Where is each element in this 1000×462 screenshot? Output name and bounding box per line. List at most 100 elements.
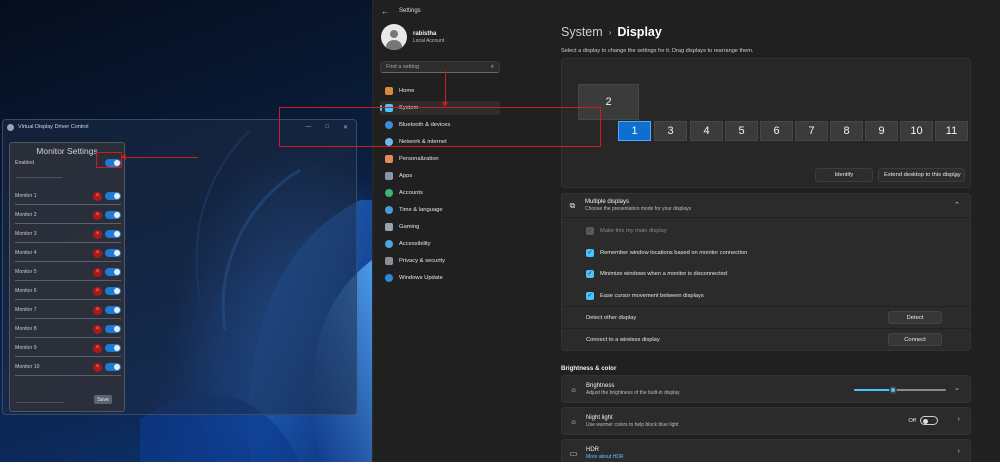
monitor-tile[interactable]: 5 bbox=[725, 121, 758, 141]
chevron-down-icon[interactable]: ⌄ bbox=[954, 384, 960, 392]
sidebar-item-accessibility[interactable]: Accessibility bbox=[380, 237, 500, 251]
monitor-tile[interactable]: 11 bbox=[935, 121, 968, 141]
monitor-toggle[interactable] bbox=[105, 211, 121, 219]
monitor-label: Monitor 6 bbox=[15, 288, 37, 294]
display-arrangement-area[interactable]: 2 1 3 4 5 6 7 8 9 10 11 Identify Extend … bbox=[561, 58, 971, 188]
brightness-slider[interactable] bbox=[854, 386, 946, 394]
remember-locations-checkbox[interactable]: ✓ bbox=[586, 249, 594, 257]
remove-monitor-button[interactable]: × bbox=[93, 191, 102, 201]
sidebar-item-windows-update[interactable]: Windows Update bbox=[380, 271, 500, 285]
monitor-toggle[interactable] bbox=[105, 363, 121, 371]
monitor-tile[interactable]: 8 bbox=[830, 121, 863, 141]
sidebar-item-personalization[interactable]: Personalization bbox=[380, 152, 500, 166]
connect-button[interactable]: Connect bbox=[888, 333, 942, 346]
monitor-tile[interactable]: 3 bbox=[654, 121, 687, 141]
night-light-toggle[interactable] bbox=[920, 416, 938, 425]
monitor-row: Monitor 4 × bbox=[13, 247, 123, 259]
annotation-highlight-box bbox=[96, 152, 122, 168]
identify-button[interactable]: Identify bbox=[815, 168, 873, 182]
monitor-tile[interactable]: 10 bbox=[900, 121, 933, 141]
sidebar-item-apps[interactable]: Apps bbox=[380, 169, 500, 183]
remove-monitor-button[interactable]: × bbox=[93, 362, 102, 372]
remove-monitor-button[interactable]: × bbox=[93, 324, 102, 334]
chevron-up-icon[interactable]: ⌃ bbox=[954, 201, 960, 209]
monitor-row: Monitor 6 × bbox=[13, 285, 123, 297]
remove-monitor-button[interactable]: × bbox=[93, 210, 102, 220]
remove-monitor-button[interactable]: × bbox=[93, 267, 102, 277]
monitor-toggle[interactable] bbox=[105, 268, 121, 276]
monitor-toggle[interactable] bbox=[105, 287, 121, 295]
minimize-windows-checkbox[interactable]: ✓ bbox=[586, 270, 594, 278]
sidebar-item-label: Home bbox=[399, 88, 415, 94]
chevron-right-icon[interactable]: › bbox=[958, 448, 960, 455]
sidebar-item-accounts[interactable]: Accounts bbox=[380, 186, 500, 200]
sidebar-item-gaming[interactable]: Gaming bbox=[380, 220, 500, 234]
connect-label: Connect to a wireless display bbox=[586, 337, 660, 343]
ease-cursor-checkbox[interactable]: ✓ bbox=[586, 292, 594, 300]
monitor-tile-selected[interactable]: 1 bbox=[618, 121, 651, 141]
sidebar-item-home[interactable]: Home bbox=[380, 84, 500, 98]
enabled-label: Enabled bbox=[15, 160, 35, 166]
enabled-input-underline bbox=[16, 177, 62, 178]
option-label: Remember window locations based on monit… bbox=[600, 250, 748, 256]
remove-monitor-button[interactable]: × bbox=[93, 229, 102, 239]
brightness-slider-thumb[interactable] bbox=[888, 386, 897, 394]
breadcrumb-parent[interactable]: System bbox=[561, 25, 603, 39]
option-row: ✓ Minimize windows when a monitor is dis… bbox=[586, 267, 966, 281]
monitor-row: Monitor 8 × bbox=[13, 323, 123, 335]
more-about-hdr-link[interactable]: More about HDR bbox=[586, 454, 624, 460]
path-input-underline[interactable] bbox=[16, 402, 64, 403]
monitor-tile[interactable]: 7 bbox=[795, 121, 828, 141]
user-name: rabistha bbox=[413, 30, 437, 37]
detect-button[interactable]: Detect bbox=[888, 311, 942, 324]
vdd-window-title: Virtual Display Driver Control bbox=[18, 124, 89, 130]
remove-monitor-button[interactable]: × bbox=[93, 286, 102, 296]
monitor-toggle[interactable] bbox=[105, 344, 121, 352]
brightness-slider-fill bbox=[854, 389, 893, 391]
monitor-toggle[interactable] bbox=[105, 192, 121, 200]
monitor-tile[interactable]: 6 bbox=[760, 121, 793, 141]
detect-label: Detect other display bbox=[586, 315, 637, 321]
sidebar-item-privacy[interactable]: Privacy & security bbox=[380, 254, 500, 268]
monitor-toggle[interactable] bbox=[105, 306, 121, 314]
monitor-row: Monitor 9 × bbox=[13, 342, 123, 354]
card-subtitle: Choose the presentation mode for your di… bbox=[585, 206, 692, 212]
hdr-card[interactable]: ▭ HDR More about HDR › bbox=[561, 439, 971, 462]
back-arrow-icon[interactable]: ← bbox=[381, 7, 389, 16]
option-row: ✓ Remember window locations based on mon… bbox=[586, 246, 966, 260]
card-title: Night light bbox=[586, 414, 613, 421]
save-button[interactable]: Save bbox=[94, 395, 112, 404]
monitor-toggle[interactable] bbox=[105, 230, 121, 238]
annotation-arrow bbox=[441, 71, 449, 107]
app-icon bbox=[7, 123, 14, 131]
monitor-tile[interactable]: 9 bbox=[865, 121, 898, 141]
remove-monitor-button[interactable]: × bbox=[93, 248, 102, 258]
monitor-label: Monitor 10 bbox=[15, 364, 40, 370]
remove-monitor-button[interactable]: × bbox=[93, 305, 102, 315]
home-icon bbox=[385, 87, 393, 95]
monitor-toggle[interactable] bbox=[105, 249, 121, 257]
monitor-tile[interactable]: 4 bbox=[690, 121, 723, 141]
sidebar-item-time-language[interactable]: Time & language bbox=[380, 203, 500, 217]
monitor-row: Monitor 3 × bbox=[13, 228, 123, 240]
user-profile[interactable]: rabistha Local Account bbox=[381, 24, 444, 50]
remove-monitor-button[interactable]: × bbox=[93, 343, 102, 353]
multiple-displays-header[interactable]: ⧉ Multiple displays Choose the presentat… bbox=[562, 194, 970, 218]
option-row: ✓ Ease cursor movement between displays bbox=[586, 289, 966, 303]
divider bbox=[562, 306, 972, 307]
arrange-hint: Select a display to change the settings … bbox=[561, 48, 754, 54]
globe-clock-icon bbox=[385, 206, 393, 214]
option-row: ✓ Make this my main display bbox=[586, 224, 966, 238]
brightness-card[interactable]: ☼ Brightness Adjust the brightness of th… bbox=[561, 375, 971, 403]
monitor-row: Monitor 10 × bbox=[13, 361, 123, 373]
monitor-label: Monitor 9 bbox=[15, 345, 37, 351]
night-light-card[interactable]: ☼ Night light Use warmer colors to help … bbox=[561, 407, 971, 435]
display-mode-select[interactable]: Extend desktop to this display ⌄ bbox=[878, 168, 965, 182]
row-divider bbox=[15, 356, 121, 357]
search-input[interactable]: Find a setting ⌕ bbox=[380, 61, 500, 73]
settings-titlebar: ← Settings bbox=[373, 0, 1000, 22]
monitor-row: Monitor 5 × bbox=[13, 266, 123, 278]
chevron-right-icon[interactable]: › bbox=[958, 416, 960, 423]
row-divider bbox=[15, 299, 121, 300]
monitor-toggle[interactable] bbox=[105, 325, 121, 333]
